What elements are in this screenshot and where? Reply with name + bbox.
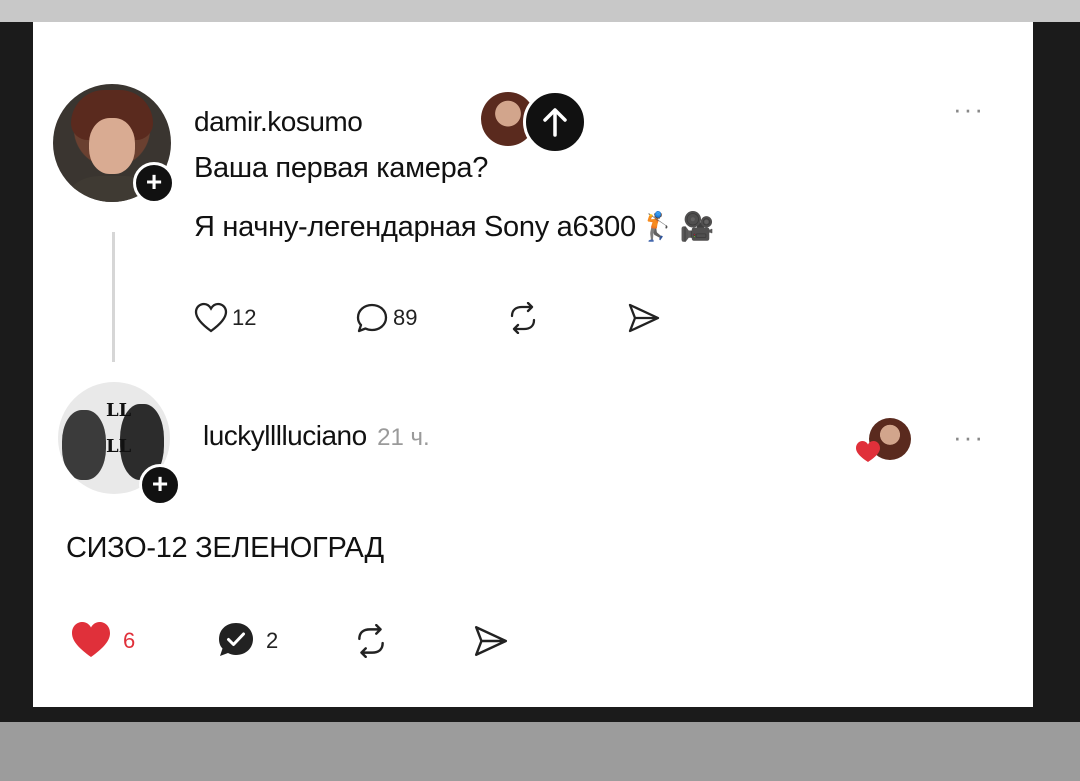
post-username[interactable]: damir.kosumo <box>194 106 363 138</box>
avatar-stack[interactable] <box>473 74 623 154</box>
post-line-2: Я начну-легендарная Sony a6300 <box>194 211 636 243</box>
comment-button[interactable] <box>355 302 389 334</box>
comment-count: 89 <box>393 305 418 330</box>
follow-plus-button[interactable]: + <box>133 162 175 204</box>
send-icon <box>628 303 660 333</box>
liked-by-avatar[interactable] <box>855 418 915 468</box>
comment-checked-icon <box>219 623 253 656</box>
golfer-emoji: 🏌 <box>640 210 676 243</box>
camera-emoji: 🎥 <box>679 210 715 243</box>
reply-follow-plus-button[interactable]: + <box>139 464 181 506</box>
repost-icon <box>510 302 536 334</box>
arrow-up-icon <box>543 108 567 137</box>
bottom-strip <box>0 722 1080 781</box>
post-line-1: Ваша первая камера? <box>194 152 489 184</box>
heart-filled-icon <box>72 622 110 657</box>
repost-button[interactable] <box>506 302 540 334</box>
reply-username[interactable]: luckylllluciano <box>203 420 367 451</box>
comment-icon <box>356 303 388 333</box>
repost-icon <box>358 624 384 658</box>
reply-share-button[interactable] <box>473 624 509 658</box>
reply-like-button[interactable] <box>70 620 112 660</box>
send-icon <box>474 626 508 656</box>
like-count: 12 <box>232 305 257 330</box>
reply-time: 21 ч. <box>377 424 430 451</box>
top-strip <box>0 0 1080 22</box>
reply-comment-button[interactable] <box>216 620 256 660</box>
heart-badge-icon <box>856 441 880 462</box>
reply-like-count: 6 <box>123 628 136 653</box>
scroll-up-button[interactable] <box>523 90 587 154</box>
reply-header: luckylllluciano 21 ч. <box>203 420 430 452</box>
reply-more-menu[interactable]: ··· <box>953 422 985 453</box>
reply-text: СИЗО-12 ЗЕЛЕНОГРАД <box>66 532 384 564</box>
post-more-menu[interactable]: ··· <box>953 94 985 125</box>
share-button[interactable] <box>627 302 661 334</box>
like-button[interactable] <box>194 302 228 334</box>
heart-icon <box>194 302 228 333</box>
reply-comment-count: 2 <box>266 628 279 653</box>
reply-repost-button[interactable] <box>353 624 389 658</box>
post-line-2-row: Я начну-легендарная Sony a6300 🏌 🎥 <box>194 210 714 244</box>
threads-card: + damir.kosumo ··· Ваша первая камера? Я… <box>33 22 1033 707</box>
thread-line <box>112 232 115 362</box>
